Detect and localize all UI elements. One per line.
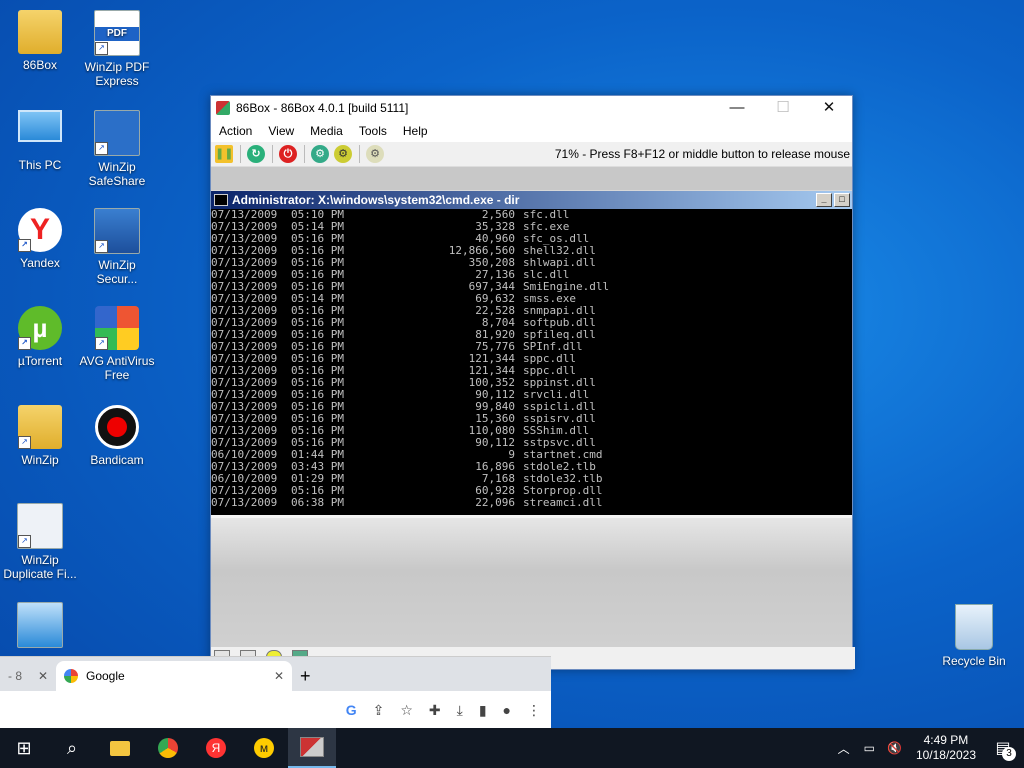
desktop-icon-recycle-bin[interactable]: Recycle Bin [934, 604, 1014, 668]
chrome-tab-previous[interactable]: - 8 ✕ [0, 661, 56, 691]
yandex-icon: Y ↗ [18, 208, 62, 252]
hard-reset-icon[interactable]: ⚙ [311, 145, 329, 163]
desktop-icon-winzip-pdf[interactable]: PDF ↗ WinZip PDF Express [77, 10, 157, 88]
google-icon [64, 669, 78, 683]
cmd-restore-icon[interactable]: □ [834, 193, 850, 207]
desktop-icon-avg[interactable]: ↗ AVG AntiVirus Free [77, 306, 157, 382]
menu-bar: Action View Media Tools Help [211, 120, 852, 142]
bookmark-star-icon[interactable]: ☆ [400, 702, 413, 719]
desktop-icon-this-pc[interactable]: This PC [0, 110, 80, 172]
desktop-icon-utorrent[interactable]: µ ↗ µTorrent [0, 306, 80, 368]
ctrl-alt-del-icon[interactable]: ⚙ [334, 145, 352, 163]
maximize-button[interactable]: ☐ [760, 96, 806, 120]
chrome-tab-google[interactable]: Google ✕ [56, 661, 292, 691]
menu-view[interactable]: View [260, 124, 302, 138]
notification-count-badge: 3 [1002, 747, 1016, 761]
system-tray: ︿ ▭ 🔇 4:49 PM 10/18/2023 ▤ 3 [830, 733, 1024, 763]
network-icon[interactable]: ▭ [864, 741, 875, 755]
86box-icon [18, 10, 62, 54]
yandex-music-icon[interactable]: м [240, 728, 288, 768]
bandicam-icon [95, 405, 139, 449]
cmd-title: Administrator: X:\windows\system32\cmd.e… [232, 193, 520, 207]
desktop-icon-winzip[interactable]: ↗ WinZip [0, 405, 80, 467]
cmd-icon [214, 194, 228, 206]
share-page-icon[interactable]: ⇪ [373, 702, 385, 719]
dir-listing-row: 07/13/2009 06:38 PM 22,096 streamci.dll [211, 496, 603, 509]
monitor-icon [18, 110, 62, 154]
start-button[interactable]: ⊞ [0, 728, 48, 768]
cmd-console-output: 07/13/2009 05:10 PM 2,560 sfc.dll 07/13/2009… [211, 209, 852, 515]
desktop-icon-yandex[interactable]: Y ↗ Yandex [0, 208, 80, 270]
reset-icon[interactable]: ↻ [247, 145, 265, 163]
image-file-icon [17, 602, 63, 648]
new-tab-button[interactable]: + [292, 661, 319, 691]
window-title: 86Box - 86Box 4.0.1 [build 5111] [236, 101, 409, 115]
chrome-toolbar: G ⇪ ☆ ✚ ⤓ ▮ ● ⋮ [0, 691, 551, 729]
desktop-icon-winzip-safeshare[interactable]: ↗ WinZip SafeShare [77, 110, 157, 188]
recycle-bin-icon [955, 604, 993, 650]
chevron-up-icon[interactable]: ︿ [838, 740, 850, 757]
desktop-icon-image[interactable] [0, 602, 80, 652]
toolbar: ❚❚ ↻ ⏻ ⚙ ⚙ ⚙ 71% - Press F8+F12 or middl… [211, 142, 852, 167]
extensions-icon[interactable]: ✚ [429, 702, 441, 719]
emulated-screen[interactable]: Administrator: X:\windows\system32\cmd.e… [211, 167, 852, 648]
86box-app-icon [216, 101, 230, 115]
cmd-titlebar: Administrator: X:\windows\system32\cmd.e… [211, 191, 852, 209]
winzip-pdf-icon: PDF ↗ [94, 10, 140, 56]
profile-avatar-icon[interactable]: ● [503, 702, 511, 718]
desktop-icon-winzip-secure[interactable]: ↗ WinZip Secur... [77, 208, 157, 286]
yandex-browser-icon[interactable]: Я [192, 728, 240, 768]
side-panel-icon[interactable]: ▮ [479, 702, 487, 719]
server-icon: ↗ [94, 208, 140, 254]
chrome-tab-strip: - 8 ✕ Google ✕ + [0, 657, 551, 691]
close-tab-icon[interactable]: ✕ [274, 669, 284, 683]
cmd-minimize-icon[interactable]: _ [816, 193, 832, 207]
google-lens-icon[interactable]: G [346, 702, 357, 718]
pause-icon[interactable]: ❚❚ [215, 145, 233, 163]
notification-center-button[interactable]: ▤ 3 [988, 733, 1018, 763]
menu-help[interactable]: Help [395, 124, 436, 138]
mouse-status-message: 71% - Press F8+F12 or middle button to r… [554, 147, 850, 161]
menu-media[interactable]: Media [302, 124, 351, 138]
menu-tools[interactable]: Tools [351, 124, 395, 138]
chrome-window[interactable]: - 8 ✕ Google ✕ + G ⇪ ☆ ✚ ⤓ ▮ ● ⋮ [0, 656, 551, 729]
search-icon[interactable]: ⌕ [48, 728, 96, 768]
avg-icon: ↗ [95, 306, 139, 350]
settings-icon[interactable]: ⚙ [366, 145, 384, 163]
share-icon: ↗ [94, 110, 140, 156]
desktop-icon-bandicam[interactable]: Bandicam [77, 405, 157, 467]
window-titlebar[interactable]: 86Box - 86Box 4.0.1 [build 5111] — ☐ ✕ [211, 96, 852, 120]
chrome-menu-icon[interactable]: ⋮ [527, 702, 541, 719]
86box-window[interactable]: 86Box - 86Box 4.0.1 [build 5111] — ☐ ✕ A… [210, 95, 855, 670]
volume-muted-icon[interactable]: 🔇 [887, 741, 902, 755]
minimize-button[interactable]: — [714, 96, 760, 120]
desktop-icon-86box[interactable]: 86Box [0, 10, 80, 72]
file-explorer-icon[interactable] [96, 728, 144, 768]
menu-action[interactable]: Action [211, 124, 260, 138]
clock[interactable]: 4:49 PM 10/18/2023 [916, 733, 976, 763]
desktop-icon-winzip-duplicate[interactable]: ↗ WinZip Duplicate Fi... [0, 503, 80, 581]
chrome-icon[interactable] [144, 728, 192, 768]
magnifier-icon: ↗ [17, 503, 63, 549]
close-tab-icon[interactable]: ✕ [38, 669, 48, 683]
power-icon[interactable]: ⏻ [279, 145, 297, 163]
utorrent-icon: µ ↗ [18, 306, 62, 350]
close-button[interactable]: ✕ [806, 96, 852, 120]
winzip-icon: ↗ [18, 405, 62, 449]
downloads-icon[interactable]: ⤓ [457, 702, 463, 719]
86box-taskbar-icon[interactable] [288, 728, 336, 768]
taskbar: ⊞ ⌕ Я м ︿ ▭ 🔇 4:49 PM 10/18/2023 ▤ 3 [0, 728, 1024, 768]
